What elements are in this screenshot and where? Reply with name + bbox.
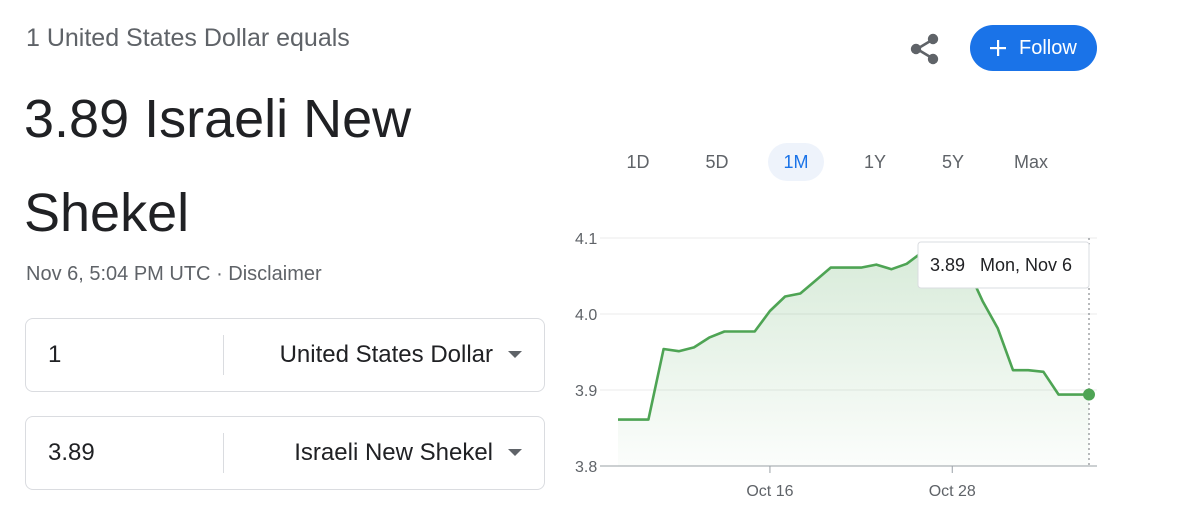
x-tick-label: Oct 28 [929, 483, 976, 500]
tooltip-date: Mon, Nov 6 [980, 255, 1072, 275]
current-point [1083, 388, 1095, 401]
exchange-rate-chart[interactable]: 4.1 4.0 3.9 3.8 Oct 16 Oct 28 3.89 Mon, Nov 6 [0, 0, 1200, 511]
y-tick-label: 3.8 [575, 459, 597, 476]
y-tick-label: 4.0 [575, 307, 597, 324]
y-tick-label: 4.1 [575, 231, 597, 248]
x-tick-label: Oct 16 [746, 483, 793, 500]
tooltip-value: 3.89 [930, 255, 965, 275]
chart-tooltip: 3.89 Mon, Nov 6 [917, 241, 1090, 289]
y-tick-label: 3.9 [575, 383, 597, 400]
